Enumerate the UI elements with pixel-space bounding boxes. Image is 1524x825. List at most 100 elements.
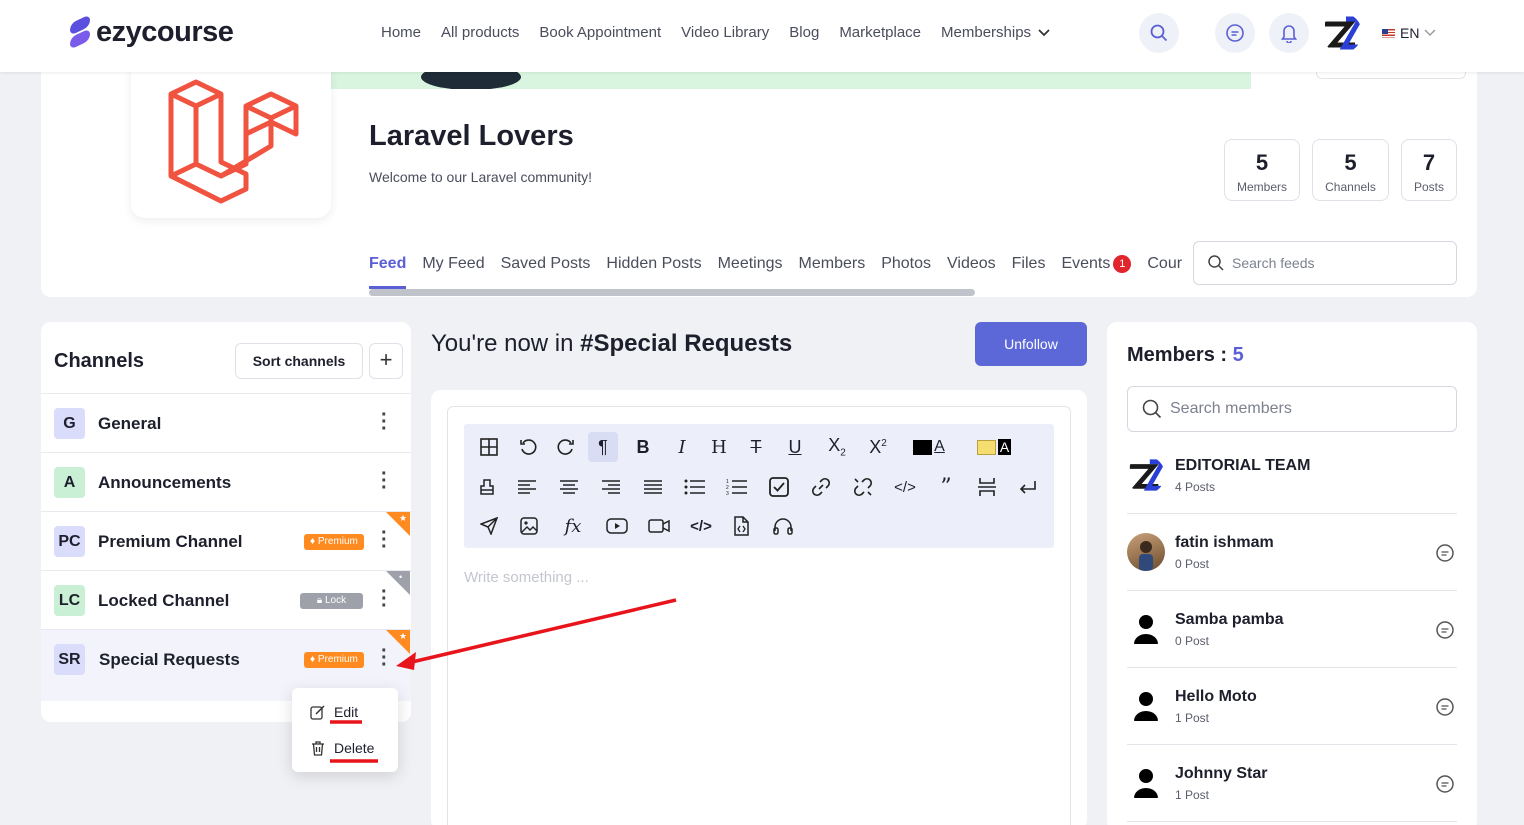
nav-blog[interactable]: Blog xyxy=(789,24,819,41)
justify-tool-button[interactable] xyxy=(638,472,668,502)
group-cover-image xyxy=(331,72,1251,89)
paragraph-tool-button[interactable]: ¶ xyxy=(588,432,618,462)
numbered-list-tool-button[interactable]: 123 xyxy=(722,472,752,502)
member-row[interactable]: EDITORIAL TEAM 4 Posts xyxy=(1127,437,1457,514)
member-row[interactable]: Johnny Star 1 Post xyxy=(1127,745,1457,822)
svg-text:3: 3 xyxy=(726,491,729,496)
align-center-tool-button[interactable] xyxy=(554,472,584,502)
chat-icon[interactable] xyxy=(1435,620,1455,640)
tab-feed[interactable]: Feed xyxy=(369,255,406,273)
page-break-tool-button[interactable] xyxy=(972,472,1002,502)
checklist-tool-button[interactable] xyxy=(764,472,794,502)
highlight-tool-button[interactable]: A xyxy=(968,432,1020,462)
member-row[interactable]: Hello Moto 1 Post xyxy=(1127,668,1457,745)
tab-videos[interactable]: Videos xyxy=(947,255,996,273)
video-tool-button[interactable] xyxy=(644,511,674,541)
stat-members-count: 5 xyxy=(1255,150,1269,175)
chat-icon[interactable] xyxy=(1435,697,1455,717)
tab-hidden-posts[interactable]: Hidden Posts xyxy=(606,255,701,273)
align-left-tool-button[interactable] xyxy=(512,472,542,502)
video-embed-tool-button[interactable] xyxy=(602,511,632,541)
send-tool-button[interactable] xyxy=(474,511,504,541)
channel-name: Premium Channel xyxy=(98,532,243,551)
tab-meetings[interactable]: Meetings xyxy=(718,255,783,273)
channel-menu-icon[interactable]: · · · xyxy=(381,464,388,498)
redo-tool-button[interactable] xyxy=(551,432,581,462)
notifications-button[interactable] xyxy=(1269,13,1309,53)
brand-name: ezycourse xyxy=(96,16,234,48)
channel-row-locked[interactable]: • LC Locked Channel 🔒︎ Lock · · · xyxy=(41,570,411,629)
audio-tool-button[interactable] xyxy=(768,511,798,541)
file-code-tool-button[interactable] xyxy=(726,511,756,541)
link-tool-button[interactable] xyxy=(806,472,836,502)
quote-tool-button[interactable]: ” xyxy=(931,472,961,502)
channels-title: Channels xyxy=(54,350,145,372)
tab-my-feed[interactable]: My Feed xyxy=(422,255,484,273)
tab-photos[interactable]: Photos xyxy=(881,255,931,273)
sort-channels-button[interactable]: Sort channels xyxy=(235,343,363,379)
code-tool-button[interactable]: </> xyxy=(890,472,920,502)
superscript-tool-button[interactable]: X2 xyxy=(863,432,893,462)
nav-all-products[interactable]: All products xyxy=(441,24,519,41)
heading-tool-button[interactable]: H xyxy=(704,432,734,462)
tab-events[interactable]: Events 1 xyxy=(1061,255,1132,273)
nav-marketplace[interactable]: Marketplace xyxy=(839,24,921,41)
strikethrough-tool-button[interactable]: T xyxy=(741,432,771,462)
table-icon xyxy=(480,438,498,456)
bold-tool-button[interactable]: B xyxy=(628,432,658,462)
channel-menu-icon[interactable]: · · · xyxy=(381,582,388,616)
edit-menu-item[interactable]: Edit xyxy=(310,704,358,720)
justify-icon xyxy=(644,480,662,494)
text-color-tool-button[interactable]: A xyxy=(906,432,952,462)
image-tool-button[interactable] xyxy=(514,511,544,541)
nav-book-appointment[interactable]: Book Appointment xyxy=(539,24,661,41)
language-selector[interactable]: EN xyxy=(1382,25,1436,41)
cover-edit-button[interactable] xyxy=(1316,72,1466,79)
clear-format-tool-button[interactable] xyxy=(472,472,502,502)
post-editor-placeholder[interactable]: Write something ... xyxy=(464,569,589,586)
channel-menu-icon[interactable]: · · · xyxy=(381,405,388,439)
stat-channels[interactable]: 5 Channels xyxy=(1312,139,1389,201)
embed-code-tool-button[interactable]: </> xyxy=(686,511,716,541)
tab-files[interactable]: Files xyxy=(1012,255,1046,273)
underline-tool-button[interactable]: U xyxy=(780,432,810,462)
chat-icon[interactable] xyxy=(1435,543,1455,563)
undo-icon xyxy=(520,439,537,455)
member-row[interactable]: fatin ishmam 0 Post xyxy=(1127,514,1457,591)
chat-icon[interactable] xyxy=(1435,774,1455,794)
tabs-scrollbar[interactable] xyxy=(369,289,975,296)
tab-courses[interactable]: Cour xyxy=(1147,255,1182,273)
subscript-tool-button[interactable]: X2 xyxy=(822,432,852,462)
delete-menu-item[interactable]: Delete xyxy=(310,740,374,756)
member-post-count: 1 Post xyxy=(1175,711,1210,725)
stat-members[interactable]: 5 Members xyxy=(1224,139,1300,201)
line-break-tool-button[interactable] xyxy=(1013,472,1043,502)
undo-tool-button[interactable] xyxy=(513,432,543,462)
bullet-list-tool-button[interactable] xyxy=(680,472,710,502)
channel-menu-icon[interactable]: · · · xyxy=(381,641,388,675)
add-channel-button[interactable]: + xyxy=(369,343,403,379)
channel-row-announcements[interactable]: A Announcements · · · xyxy=(41,452,411,511)
channel-row-general[interactable]: G General · · · xyxy=(41,393,411,452)
messages-button[interactable] xyxy=(1215,13,1255,53)
user-avatar[interactable] xyxy=(1322,13,1362,53)
tab-saved-posts[interactable]: Saved Posts xyxy=(501,255,591,273)
unlink-tool-button[interactable] xyxy=(848,472,878,502)
search-feeds-input[interactable]: Search feeds xyxy=(1193,241,1457,285)
brand-logo[interactable]: ezycourse xyxy=(70,13,234,50)
search-button[interactable] xyxy=(1139,13,1179,53)
stat-posts[interactable]: 7 Posts xyxy=(1401,139,1457,201)
unfollow-button[interactable]: Unfollow xyxy=(975,322,1087,366)
channel-row-premium[interactable]: ★ PC Premium Channel ♦ Premium · · · xyxy=(41,511,411,570)
tab-members[interactable]: Members xyxy=(799,255,866,273)
channel-menu-icon[interactable]: · · · xyxy=(381,523,388,557)
nav-memberships[interactable]: Memberships xyxy=(941,24,1051,41)
search-members-input[interactable]: Search members xyxy=(1127,386,1457,432)
table-tool-button[interactable] xyxy=(474,432,504,462)
nav-video-library[interactable]: Video Library xyxy=(681,24,769,41)
member-row[interactable]: Samba pamba 0 Post xyxy=(1127,591,1457,668)
formula-tool-button[interactable]: fx xyxy=(558,511,588,541)
nav-home[interactable]: Home xyxy=(381,24,421,41)
align-right-tool-button[interactable] xyxy=(596,472,626,502)
italic-tool-button[interactable]: I xyxy=(667,432,697,462)
